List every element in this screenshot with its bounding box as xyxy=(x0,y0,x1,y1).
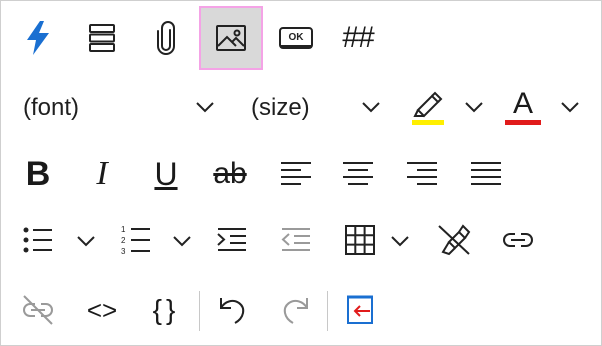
outdent-button[interactable] xyxy=(273,217,319,263)
italic-icon: I xyxy=(96,155,108,192)
chevron-down-icon xyxy=(465,102,483,113)
underline-icon: U xyxy=(154,156,178,192)
bullet-list-icon xyxy=(23,227,52,253)
chevron-down-icon xyxy=(196,102,214,113)
font-color-icon: A xyxy=(505,86,541,125)
font-color-bar xyxy=(505,119,541,125)
align-right-button[interactable] xyxy=(399,151,445,197)
justify-icon xyxy=(471,162,501,185)
chevron-down-icon xyxy=(173,236,191,247)
svg-text:3: 3 xyxy=(121,247,126,256)
table-button[interactable] xyxy=(337,217,383,263)
italic-button[interactable]: I xyxy=(79,151,125,197)
svg-text:1: 1 xyxy=(121,225,126,234)
bold-button[interactable]: B xyxy=(15,151,61,197)
font-color-letter: A xyxy=(512,86,533,120)
ok-button[interactable]: OK xyxy=(273,15,319,61)
justify-button[interactable] xyxy=(463,151,509,197)
undo-icon xyxy=(220,298,245,324)
outdent-icon xyxy=(281,228,310,251)
clear-formatting-icon xyxy=(438,224,471,256)
attach-button[interactable] xyxy=(143,15,189,61)
paperclip-icon xyxy=(157,21,175,55)
code-block-button[interactable]: {} xyxy=(143,287,189,333)
align-right-icon xyxy=(407,162,437,185)
lightning-button[interactable] xyxy=(15,15,61,61)
bullet-list-dropdown-button[interactable] xyxy=(71,221,101,261)
numbered-list-icon: 1 2 3 xyxy=(121,225,150,256)
font-dropdown-button[interactable] xyxy=(189,87,221,127)
size-select-label[interactable]: (size) xyxy=(251,94,310,122)
align-center-icon xyxy=(343,162,373,185)
highlight-button[interactable] xyxy=(405,83,449,129)
code-icon: <> xyxy=(86,295,118,325)
font-color-button[interactable]: A xyxy=(501,83,545,129)
ok-label: OK xyxy=(288,31,304,43)
bold-icon: B xyxy=(25,155,51,193)
redo-icon xyxy=(283,298,308,324)
code-button[interactable]: <> xyxy=(79,287,125,333)
unlink-icon xyxy=(23,295,53,325)
toolbar-separator xyxy=(199,291,200,331)
align-center-button[interactable] xyxy=(335,151,381,197)
table-icon xyxy=(345,225,375,255)
indent-button[interactable] xyxy=(209,217,255,263)
unlink-button[interactable] xyxy=(15,287,61,333)
lightning-icon xyxy=(27,21,49,55)
strikethrough-button[interactable]: ab xyxy=(205,151,255,197)
chevron-down-icon xyxy=(77,236,95,247)
rich-text-toolbar: OK ## (font) (size) A B I U ab 1 2 3 <> … xyxy=(0,0,602,346)
hash-icon: ## xyxy=(342,21,374,54)
strikethrough-icon: ab xyxy=(213,157,247,190)
toolbar-separator xyxy=(327,291,328,331)
font-select-label[interactable]: (font) xyxy=(23,94,79,122)
svg-text:2: 2 xyxy=(121,236,126,245)
numbered-list-dropdown-button[interactable] xyxy=(167,221,197,261)
align-left-icon xyxy=(281,162,311,185)
braces-icon: {} xyxy=(152,294,180,325)
stack-icon xyxy=(89,24,115,52)
bullet-list-button[interactable] xyxy=(15,217,61,263)
chevron-down-icon xyxy=(561,102,579,113)
underline-button[interactable]: U xyxy=(143,151,189,197)
size-dropdown-button[interactable] xyxy=(355,87,387,127)
indent-icon xyxy=(217,228,246,251)
clear-formatting-button[interactable] xyxy=(429,217,479,263)
hash-button[interactable]: ## xyxy=(335,15,381,61)
exit-arrow-icon xyxy=(347,295,373,324)
highlight-dropdown-button[interactable] xyxy=(459,87,489,127)
undo-button[interactable] xyxy=(209,287,255,333)
font-color-dropdown-button[interactable] xyxy=(555,87,585,127)
chevron-down-icon xyxy=(391,236,409,247)
chevron-down-icon xyxy=(362,102,380,113)
redo-button[interactable] xyxy=(273,287,319,333)
highlighter-icon xyxy=(412,91,444,125)
ok-button-icon: OK xyxy=(279,27,313,49)
exit-editor-button[interactable] xyxy=(337,287,383,333)
image-icon xyxy=(216,25,246,51)
insert-link-button[interactable] xyxy=(495,217,541,263)
numbered-list-button[interactable]: 1 2 3 xyxy=(113,217,159,263)
stack-button[interactable] xyxy=(79,15,125,61)
align-left-button[interactable] xyxy=(273,151,319,197)
link-icon xyxy=(503,233,533,247)
table-dropdown-button[interactable] xyxy=(385,221,415,261)
insert-image-button[interactable] xyxy=(199,6,263,70)
